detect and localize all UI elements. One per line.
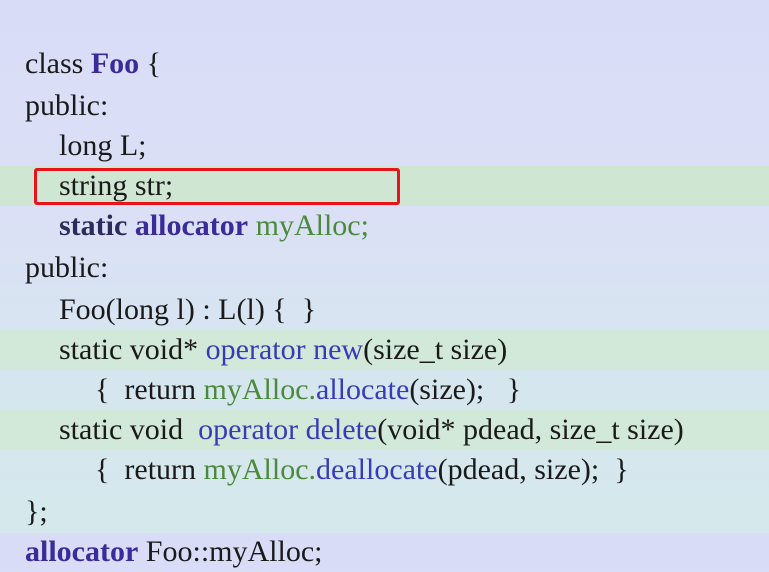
member-name-token: myAlloc; <box>248 209 369 242</box>
code-line-11: { return myAlloc.deallocate(pdead, size)… <box>80 410 629 486</box>
code-line-8: static void* operator new(size_t size) <box>44 290 507 366</box>
code-token: { <box>139 47 162 80</box>
member-name-token: myAlloc. <box>203 453 317 486</box>
allocator-type-token: allocator <box>25 535 139 568</box>
code-line-10: static void operator delete(void* pdead,… <box>44 370 684 446</box>
code-token: Foo::myAlloc; <box>138 535 323 568</box>
method-name-token: deallocate <box>316 453 438 486</box>
code-line-13: allocator Foo::myAlloc; <box>10 492 322 568</box>
highlight-box <box>34 168 400 205</box>
code-line-7: Foo(long l) : L(l) { } <box>44 250 316 326</box>
code-line-2: public: <box>10 46 108 122</box>
code-line-12: }; <box>10 452 48 528</box>
code-line-3: long L; <box>44 86 147 162</box>
code-token: { return <box>95 453 204 486</box>
code-line-6: public: <box>10 208 108 284</box>
code-line-9: { return myAlloc.allocate(size); } <box>80 330 521 406</box>
code-line-4: string str; <box>44 126 173 202</box>
code-line-1: class Foo { <box>10 4 161 80</box>
code-token: (pdead, size); } <box>437 453 629 486</box>
allocator-type-token: allocator <box>134 209 249 242</box>
